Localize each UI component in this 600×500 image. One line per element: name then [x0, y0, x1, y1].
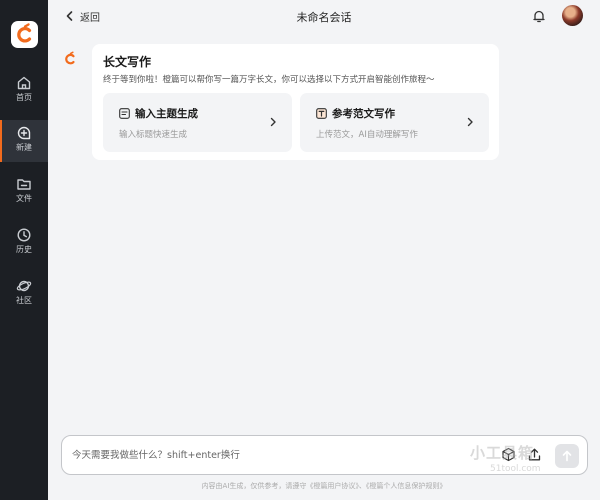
chevron-left-icon	[66, 11, 73, 21]
page-title: 未命名会话	[296, 11, 352, 24]
tools-button[interactable]	[501, 447, 516, 466]
option-topic-generate[interactable]: 输入主题生成 输入标题快速生成	[103, 93, 292, 152]
chevron-right-icon	[467, 117, 473, 127]
sidebar-item-label: 历史	[16, 245, 32, 254]
upload-icon	[528, 448, 541, 461]
option-reference-writing[interactable]: 参考范文写作 上传范文，AI自动理解写作	[300, 93, 489, 152]
sidebar-item-label: 文件	[16, 194, 32, 203]
sidebar-item-label: 社区	[16, 296, 32, 305]
welcome-card: 长文写作 终于等到你啦！橙篇可以帮你写一篇万字长文，你可以选择以下方式开启智能创…	[92, 44, 499, 160]
option-title: 参考范文写作	[332, 108, 395, 120]
document-icon	[119, 108, 130, 119]
sidebar-item-history[interactable]: 历史	[0, 222, 48, 264]
brand-logo-icon	[65, 51, 75, 65]
send-button[interactable]	[555, 444, 579, 468]
sidebar: 首页 新建 文件 历史 社区	[0, 0, 48, 500]
welcome-subtitle: 终于等到你啦！橙篇可以帮你写一篇万字长文，你可以选择以下方式开启智能创作旅程～	[103, 75, 435, 85]
sidebar-item-home[interactable]: 首页	[0, 70, 48, 112]
upload-button[interactable]	[527, 447, 542, 466]
template-t-icon	[316, 108, 327, 119]
sidebar-item-community[interactable]: 社区	[0, 273, 48, 315]
sidebar-item-label: 首页	[16, 93, 32, 102]
user-avatar[interactable]	[562, 5, 583, 26]
home-icon	[17, 76, 31, 90]
option-description: 上传范文，AI自动理解写作	[316, 130, 418, 140]
composer	[61, 435, 588, 475]
chevron-right-icon	[270, 117, 276, 127]
send-arrow-icon	[562, 450, 572, 462]
disclaimer-text: 内容由AI生成，仅供参考，请遵守《橙篇用户协议》、《橙篇个人信息保护规则》	[201, 482, 447, 490]
clock-icon	[17, 228, 31, 242]
back-label: 返回	[80, 12, 100, 24]
brand-logo[interactable]	[11, 21, 38, 48]
option-description: 输入标题快速生成	[119, 130, 188, 140]
back-button[interactable]: 返回	[64, 8, 100, 24]
sidebar-item-files[interactable]: 文件	[0, 171, 48, 213]
welcome-title: 长文写作	[103, 55, 152, 69]
sidebar-item-new[interactable]: 新建	[0, 120, 48, 162]
sidebar-item-label: 新建	[16, 143, 32, 152]
header: 返回 未命名会话	[48, 0, 600, 32]
bell-icon	[533, 10, 545, 23]
notification-button[interactable]	[532, 8, 546, 27]
folder-icon	[17, 179, 31, 190]
cube-icon	[502, 447, 515, 462]
option-title: 输入主题生成	[135, 108, 198, 120]
new-chat-icon	[17, 126, 31, 140]
logo-icon	[17, 23, 32, 43]
chat-input[interactable]	[72, 446, 452, 464]
assistant-avatar	[62, 51, 78, 71]
planet-icon	[16, 280, 32, 292]
